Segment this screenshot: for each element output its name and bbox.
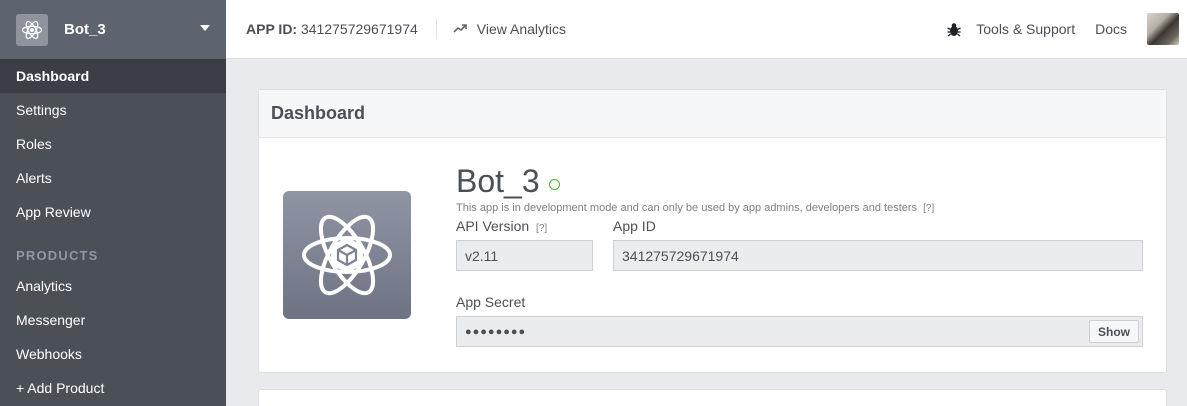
show-secret-button[interactable]: Show [1089, 320, 1139, 343]
status-dot-icon[interactable] [548, 179, 560, 190]
api-version-label: API Version [?] [456, 218, 547, 234]
top-app-id-value: 341275729671974 [300, 21, 418, 37]
api-version-label-text: API Version [456, 218, 530, 234]
app-switcher[interactable]: Bot_3 [0, 0, 226, 59]
view-analytics-link[interactable]: View Analytics [453, 21, 566, 37]
sidebar-item-alerts[interactable]: Alerts [0, 161, 226, 195]
sidebar-item-roles[interactable]: Roles [0, 127, 226, 161]
app-title-text: Bot_3 [456, 163, 540, 199]
top-bar: APP ID: 341275729671974 View Analytics T… [226, 0, 1187, 59]
api-version-field[interactable]: v2.11 [456, 240, 593, 271]
atom-icon [16, 13, 48, 46]
sidebar-item-analytics[interactable]: Analytics [0, 269, 226, 303]
atom-icon [302, 214, 392, 296]
help-icon[interactable]: [?] [536, 223, 547, 234]
sidebar-section-products: PRODUCTS [16, 248, 99, 263]
sidebar-item-settings[interactable]: Settings [0, 93, 226, 127]
dev-note-text: This app is in development mode and can … [456, 202, 918, 214]
app-secret-label: App Secret [456, 294, 526, 310]
dashboard-panel: Dashboard Bot_3 This app is in developme… [258, 89, 1167, 373]
chevron-down-icon[interactable] [200, 25, 210, 31]
sidebar-item-webhooks[interactable]: Webhooks [0, 337, 226, 371]
tools-support-label: Tools & Support [976, 21, 1076, 37]
view-analytics-label: View Analytics [476, 21, 567, 37]
top-app-id: APP ID: 341275729671974 [226, 21, 418, 37]
app-icon [283, 191, 411, 319]
sidebar-item-messenger[interactable]: Messenger [0, 303, 226, 337]
secondary-panel [258, 389, 1167, 406]
tools-support-link[interactable]: Tools & Support [947, 21, 1075, 37]
sidebar-item-app-review[interactable]: App Review [0, 195, 226, 229]
sidebar: Bot_3 Dashboard Settings Roles Alerts Ap… [0, 0, 226, 406]
avatar[interactable] [1147, 13, 1179, 45]
sidebar-item-add-product[interactable]: + Add Product [0, 371, 226, 405]
docs-link[interactable]: Docs [1095, 21, 1127, 37]
app-id-field[interactable]: 341275729671974 [613, 240, 1143, 271]
top-bar-right: Tools & Support Docs [947, 13, 1187, 45]
trend-up-icon [453, 24, 467, 33]
top-app-id-label: APP ID: [246, 21, 298, 37]
bug-icon [947, 22, 962, 37]
app-name: Bot_3 [64, 21, 106, 38]
help-icon[interactable]: [?] [923, 203, 934, 214]
app-title: Bot_3 [456, 163, 560, 200]
app-secret-value: ●●●●●●●● [465, 325, 527, 338]
divider [435, 19, 437, 39]
app-id-label: App ID [613, 218, 656, 234]
panel-title: Dashboard [259, 90, 1166, 138]
sidebar-item-dashboard[interactable]: Dashboard [0, 59, 226, 93]
app-secret-field[interactable]: ●●●●●●●● Show [456, 316, 1143, 347]
development-mode-note: This app is in development mode and can … [456, 202, 934, 214]
